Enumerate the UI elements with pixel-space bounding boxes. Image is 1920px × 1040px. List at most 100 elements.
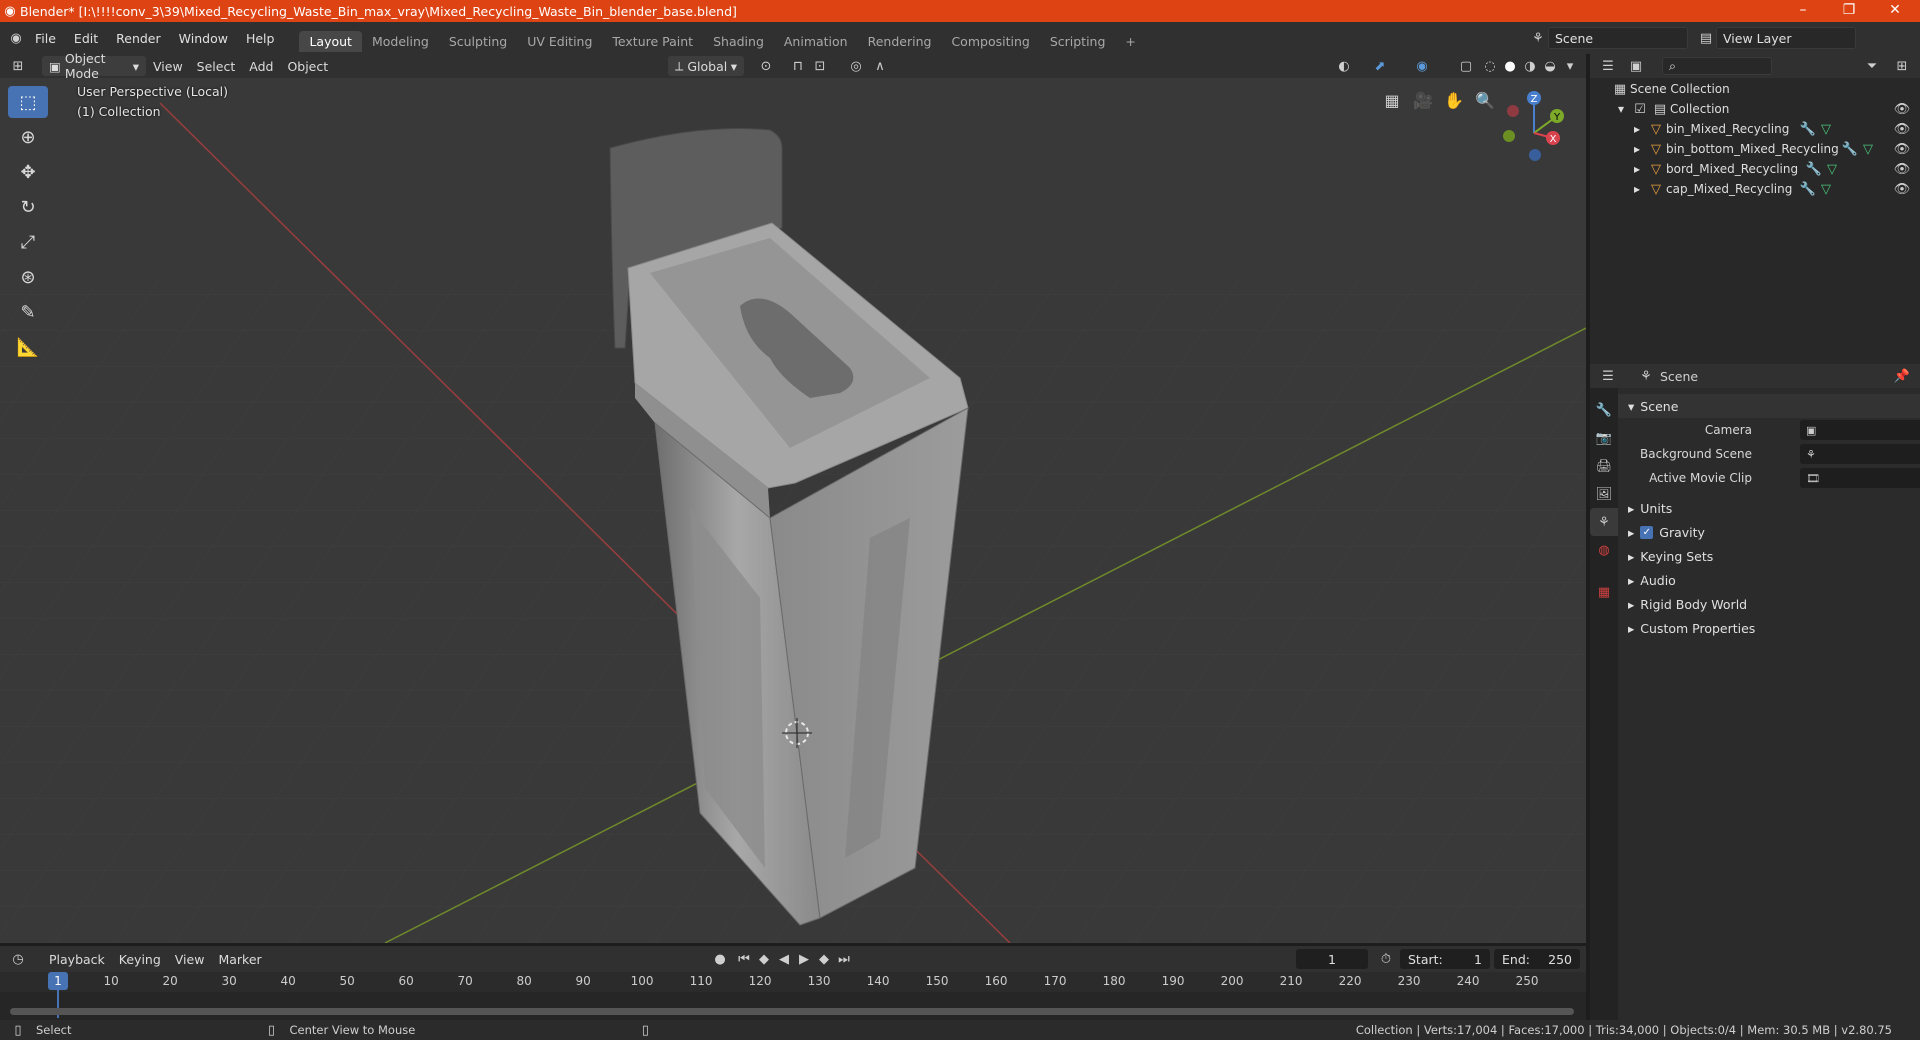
add-workspace-icon[interactable]: + — [1115, 31, 1145, 52]
texture-tab-icon[interactable]: ▦ — [1590, 578, 1618, 606]
navigation-gizmo[interactable]: Z Y X — [1503, 91, 1564, 161]
next-keyframe-icon[interactable]: ◆ — [814, 949, 834, 969]
menu-window[interactable]: Window — [170, 31, 237, 46]
visibility-icon[interactable]: ◐ — [1334, 56, 1354, 76]
menu-help[interactable]: Help — [237, 31, 284, 46]
mesh-data-icon[interactable]: ▽ — [1822, 159, 1842, 179]
transform-tool-icon[interactable]: ⊛ — [8, 261, 48, 293]
overlay-toggle-icon[interactable]: ◉ — [1412, 56, 1432, 76]
timeline-scrollbar[interactable] — [10, 1008, 1574, 1015]
annotate-tool-icon[interactable]: ✎ — [8, 296, 48, 328]
output-tab-icon[interactable]: 🖨 — [1590, 452, 1618, 480]
units-panel[interactable]: ▸ Units — [1618, 496, 1920, 520]
current-frame-field[interactable]: 1 — [1296, 949, 1368, 969]
eye-icon[interactable]: 👁 — [1892, 139, 1912, 159]
expand-arrow-icon[interactable]: ▾ — [1618, 102, 1630, 116]
tab-scripting[interactable]: Scripting — [1040, 31, 1116, 52]
blender-menu-icon[interactable]: ◉ — [6, 28, 26, 48]
menu-playback[interactable]: Playback — [42, 949, 112, 969]
display-mode-icon[interactable]: ▣ — [1626, 56, 1646, 76]
scene-type-icon[interactable]: ⚘ — [1528, 28, 1548, 48]
modifier-wrench-icon[interactable]: 🔧 — [1798, 179, 1818, 199]
render-tab-icon[interactable]: 📷 — [1590, 424, 1618, 452]
tab-texture-paint[interactable]: Texture Paint — [602, 31, 703, 52]
play-icon[interactable]: ▶ — [794, 949, 814, 969]
timeline[interactable]: 1 10 20 30 40 50 60 70 80 90 100 110 120 130 140 150 160… — [0, 972, 1586, 1024]
play-reverse-icon[interactable]: ◀ — [774, 949, 794, 969]
menu-select[interactable]: Select — [190, 56, 243, 76]
outliner-object-row[interactable]: ▸ ▽ cap_Mixed_Recycling 🔧 ▽ 👁 — [1590, 179, 1920, 199]
eye-icon[interactable]: 👁 — [1892, 99, 1912, 119]
eye-icon[interactable]: 👁 — [1892, 159, 1912, 179]
mesh-data-icon[interactable]: ▽ — [1816, 179, 1836, 199]
prev-keyframe-icon[interactable]: ◆ — [754, 949, 774, 969]
material-shading-icon[interactable]: ◑ — [1520, 56, 1540, 76]
snap-icon[interactable]: ⊓ — [788, 56, 808, 76]
outliner-object-row[interactable]: ▸ ▽ bord_Mixed_Recycling 🔧 ▽ 👁 — [1590, 159, 1920, 179]
shading-options-icon[interactable]: ▾ — [1560, 56, 1580, 76]
view-layer-icon[interactable]: ▤ — [1696, 28, 1716, 48]
scene-selector[interactable]: Scene — [1548, 27, 1688, 49]
minimize-button[interactable]: – — [1780, 0, 1826, 22]
menu-timeline-view[interactable]: View — [168, 949, 212, 969]
falloff-icon[interactable]: ∧ — [870, 56, 890, 76]
tab-sculpting[interactable]: Sculpting — [439, 31, 517, 52]
frame-ruler[interactable]: 1 10 20 30 40 50 60 70 80 90 100 110 120 130 140 150 160… — [0, 972, 1586, 992]
close-button[interactable]: ✕ — [1872, 0, 1918, 22]
expand-arrow-icon[interactable]: ▸ — [1634, 162, 1646, 176]
proportional-edit-icon[interactable]: ◎ — [846, 56, 866, 76]
outliner-search-input[interactable]: ⌕ — [1662, 57, 1772, 75]
record-icon[interactable]: ● — [710, 949, 730, 969]
gravity-checkbox[interactable]: ✓ — [1640, 525, 1654, 539]
jump-start-icon[interactable]: ⏮ — [734, 949, 754, 969]
stopwatch-icon[interactable]: ⏱ — [1376, 949, 1396, 969]
snap-target-icon[interactable]: ⊡ — [810, 56, 830, 76]
3d-viewport[interactable]: Z Y X ⬚ ⊕ ✥ ↻ ⤢ ⊛ ✎ 📐 User Perspective (… — [0, 78, 1586, 943]
xray-icon[interactable]: ▢ — [1456, 56, 1476, 76]
zoom-icon[interactable]: 🔍 — [1475, 90, 1495, 110]
scale-tool-icon[interactable]: ⤢ — [8, 226, 48, 258]
filter-icon[interactable]: ⏷ — [1862, 56, 1882, 76]
gravity-panel[interactable]: ▸ ✓ Gravity — [1618, 520, 1920, 544]
measure-tool-icon[interactable]: 📐 — [8, 331, 48, 363]
jump-end-icon[interactable]: ⏭ — [834, 949, 854, 969]
scene-panel-header[interactable]: ▾ Scene — [1618, 394, 1920, 418]
keying-sets-panel[interactable]: ▸ Keying Sets — [1618, 544, 1920, 568]
modifier-wrench-icon[interactable]: 🔧 — [1840, 139, 1860, 159]
outliner-object-row[interactable]: ▸ ▽ bin_bottom_Mixed_Recycling 🔧 ▽ 👁 — [1590, 139, 1920, 159]
new-collection-icon[interactable]: ⊞ — [1892, 56, 1912, 76]
tab-animation[interactable]: Animation — [774, 31, 858, 52]
properties-editor-type-icon[interactable]: ☰ — [1598, 366, 1618, 386]
grid-view-icon[interactable]: ▦ — [1382, 90, 1402, 110]
editor-type-icon[interactable]: ⊞ — [8, 56, 28, 76]
pan-hand-icon[interactable]: ✋ — [1444, 90, 1464, 110]
menu-marker[interactable]: Marker — [211, 949, 268, 969]
object-mode-dropdown[interactable]: ▣ Object Mode ▾ — [42, 51, 146, 81]
audio-panel[interactable]: ▸ Audio — [1618, 568, 1920, 592]
menu-view[interactable]: View — [146, 56, 190, 76]
world-tab-icon[interactable]: ◍ — [1590, 536, 1618, 564]
tab-layout[interactable]: Layout — [299, 31, 362, 52]
cursor-tool-icon[interactable]: ⊕ — [8, 121, 48, 153]
menu-render[interactable]: Render — [107, 31, 170, 46]
gizmo-toggle-icon[interactable]: ⬈ — [1370, 56, 1390, 76]
transform-orientation-dropdown[interactable]: ⟂ Global ▾ — [668, 56, 744, 76]
select-box-tool-icon[interactable]: ⬚ — [8, 86, 48, 118]
pivot-point-icon[interactable]: ⊙ — [756, 56, 776, 76]
mesh-data-icon[interactable]: ▽ — [1858, 139, 1878, 159]
camera-field[interactable]: ▣✒ — [1800, 420, 1920, 440]
tab-shading[interactable]: Shading — [703, 31, 774, 52]
eye-icon[interactable]: 👁 — [1892, 179, 1912, 199]
move-tool-icon[interactable]: ✥ — [8, 156, 48, 188]
eye-icon[interactable]: 👁 — [1892, 119, 1912, 139]
menu-add[interactable]: Add — [242, 56, 280, 76]
rendered-shading-icon[interactable]: ◒ — [1540, 56, 1560, 76]
pin-icon[interactable]: 📌 — [1892, 366, 1912, 386]
modifier-wrench-icon[interactable]: 🔧 — [1804, 159, 1824, 179]
menu-object[interactable]: Object — [280, 56, 335, 76]
background-scene-field[interactable]: ⚘ — [1800, 444, 1920, 464]
scene-tab-icon[interactable]: ⚘ — [1590, 508, 1618, 536]
view-layer-selector[interactable]: View Layer — [1716, 27, 1856, 49]
expand-arrow-icon[interactable]: ▸ — [1634, 142, 1646, 156]
outliner-editor-type-icon[interactable]: ☰ — [1598, 56, 1618, 76]
